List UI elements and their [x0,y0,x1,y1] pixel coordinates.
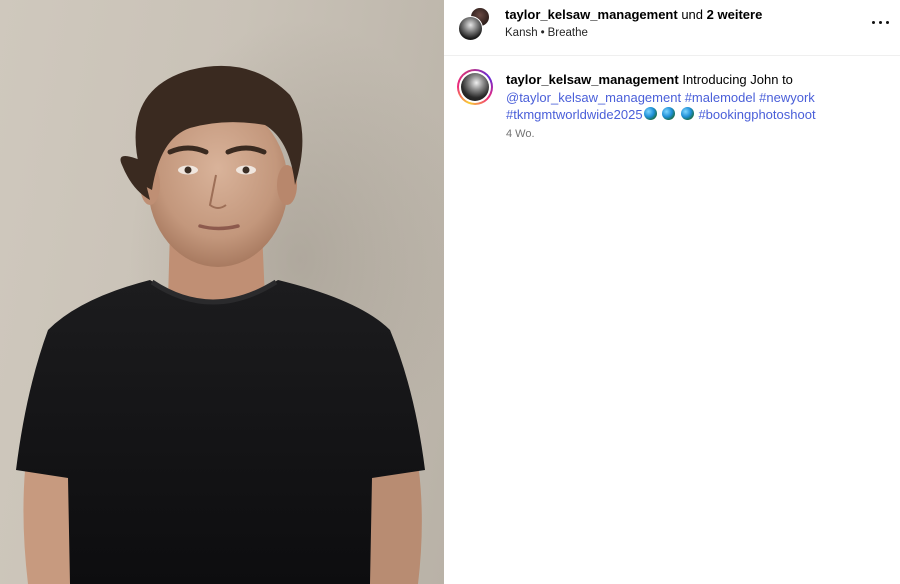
post-caption: taylor_kelsaw_management Introducing Joh… [506,71,886,124]
post-side-panel: taylor_kelsaw_management und 2 weitere K… [444,0,900,584]
authors-joiner: und [681,7,704,22]
more-options-button[interactable] [871,14,891,30]
model-portrait [16,20,444,584]
caption-text: Introducing John to [682,72,793,87]
globe-icon [643,107,657,120]
hashtag-link[interactable]: #malemodel [685,90,756,105]
audio-title: Breathe [547,27,588,39]
audio-info[interactable]: Kansh • Breathe [505,26,588,40]
audio-artist: Kansh [505,27,538,39]
hashtag-link[interactable]: #newyork [759,90,815,105]
more-horizontal-icon [879,21,883,25]
caption-avatar[interactable] [457,69,493,105]
globe-icon [662,107,676,120]
post-timestamp[interactable]: 4 Wo. [506,128,535,140]
hashtag-link[interactable]: #bookingphotoshoot [698,107,815,122]
more-horizontal-icon [872,21,876,25]
author-username[interactable]: taylor_kelsaw_management [505,7,678,22]
caption-mention[interactable]: @taylor_kelsaw_management [506,90,681,105]
avatar [458,16,483,41]
collaborators-link[interactable]: 2 weitere [707,7,763,22]
collaborator-avatars[interactable] [458,7,492,41]
hashtag-link[interactable]: #tkmgmtworldwide2025 [506,107,643,122]
avatar [461,73,489,101]
caption-username[interactable]: taylor_kelsaw_management [506,72,679,87]
audio-separator: • [540,27,545,39]
more-horizontal-icon [886,21,890,25]
globe-icon [680,107,694,120]
post-header: taylor_kelsaw_management und 2 weitere K… [444,0,900,56]
post-photo[interactable] [0,0,444,584]
post-authors: taylor_kelsaw_management und 2 weitere [505,7,762,23]
